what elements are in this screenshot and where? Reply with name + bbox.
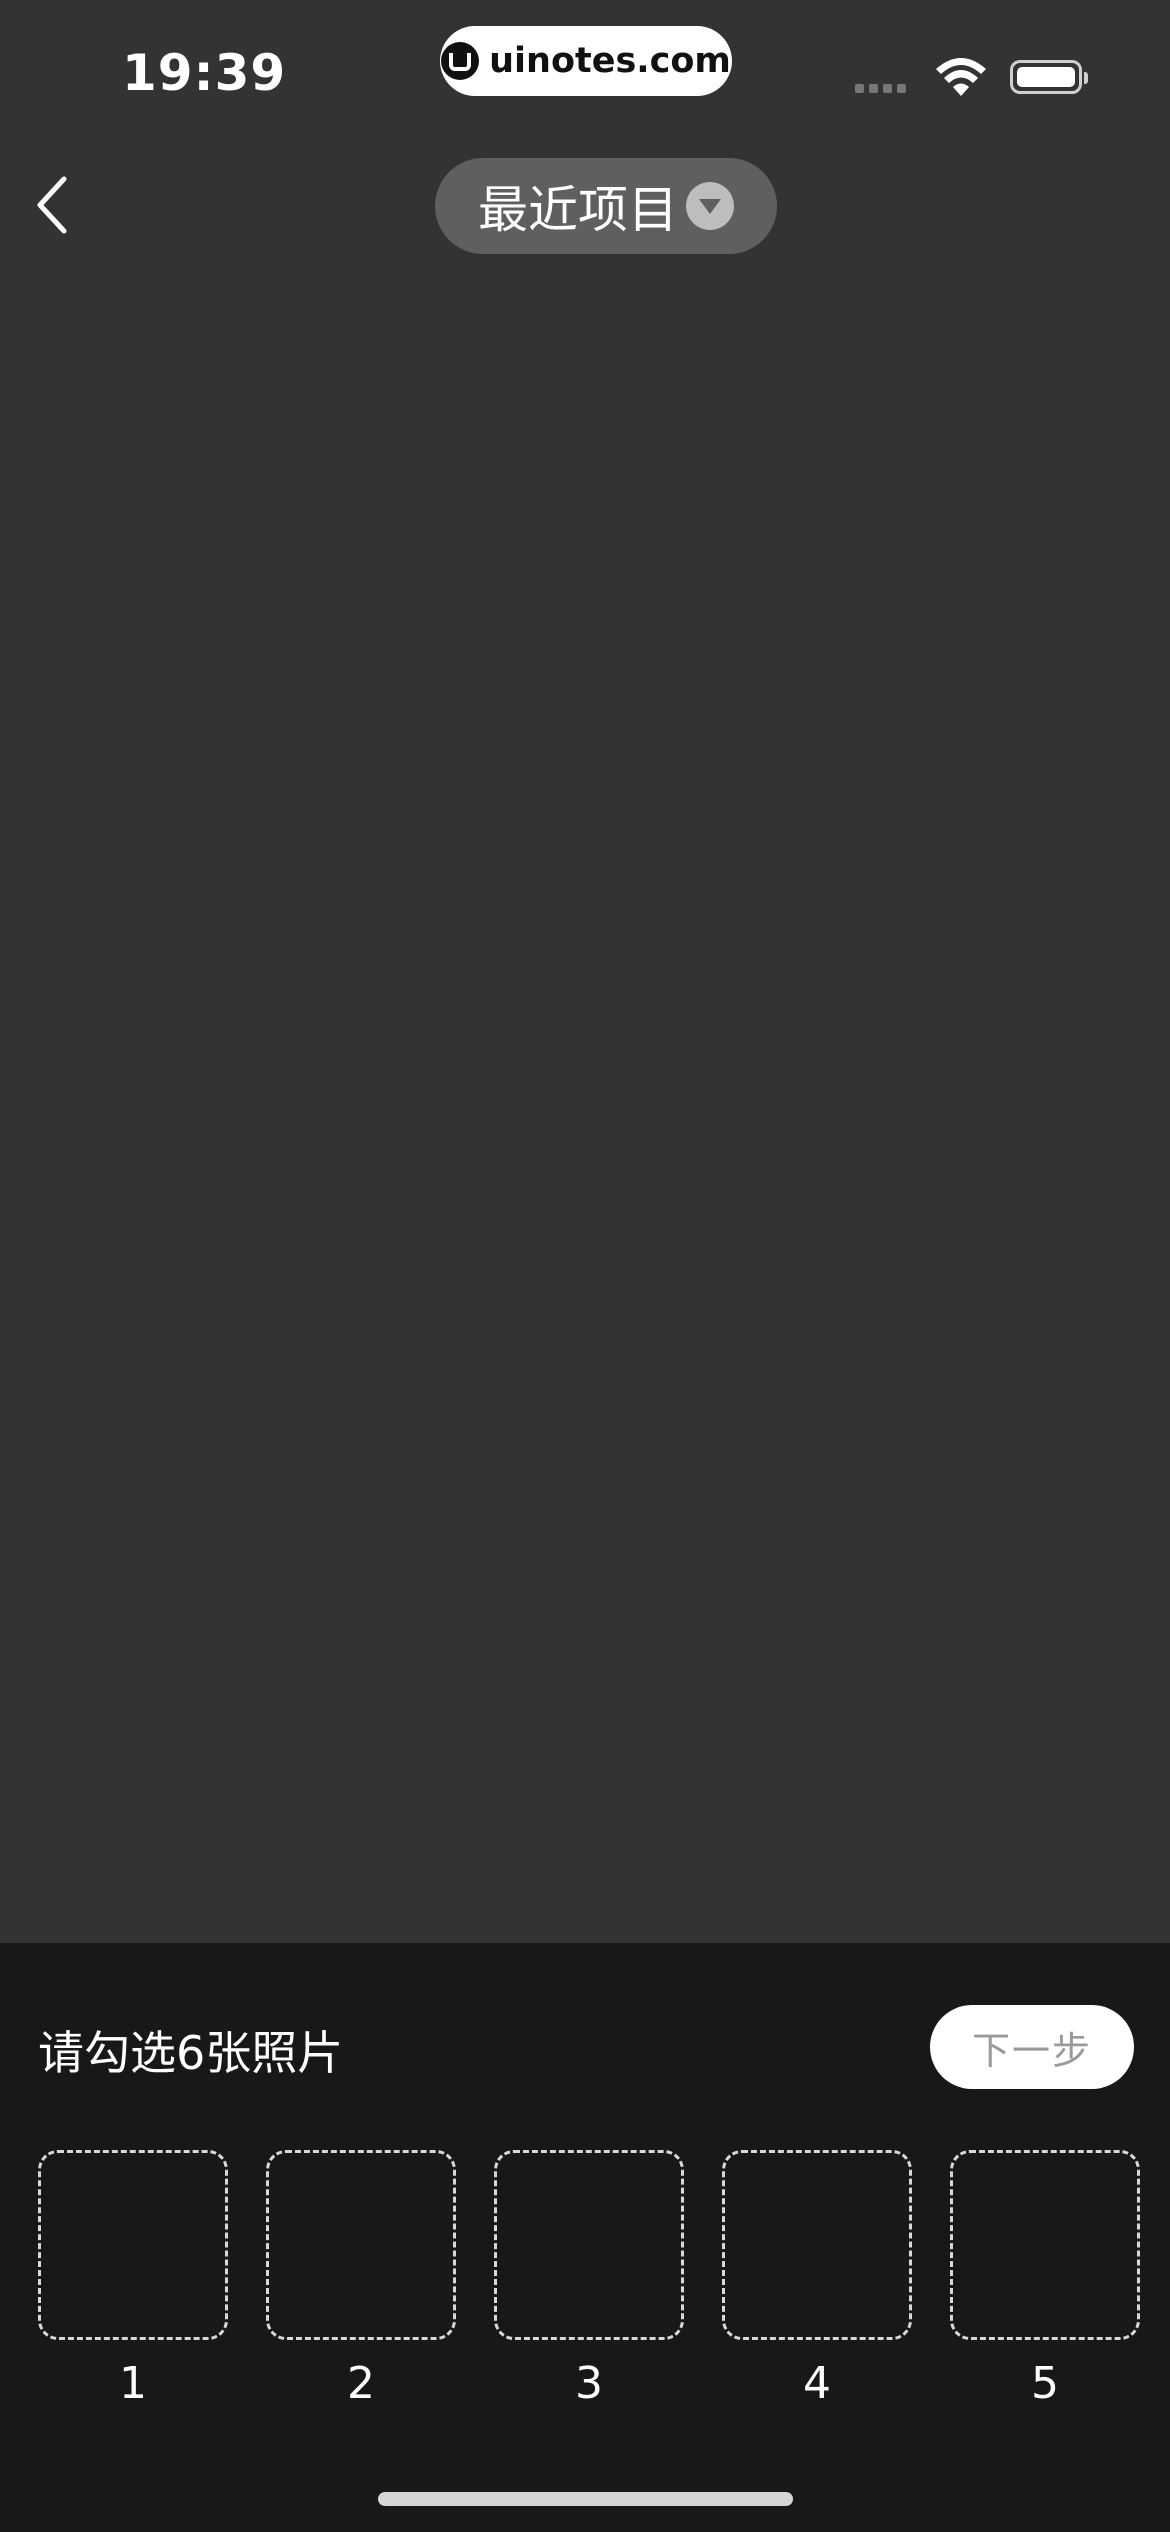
cellular-signal-icon — [855, 84, 906, 93]
chevron-left-icon — [37, 176, 67, 234]
photo-slot-number: 1 — [119, 2358, 147, 2409]
selection-prompt: 请勾选6张照片 — [38, 2026, 344, 2080]
triangle-down-icon — [686, 182, 734, 230]
photo-slot-2[interactable] — [266, 2150, 456, 2340]
photo-slot-number: 4 — [803, 2358, 831, 2409]
next-step-button[interactable]: 下一步 — [930, 2005, 1134, 2089]
photo-slot-number: 5 — [1031, 2358, 1059, 2409]
photo-slot-3[interactable] — [494, 2150, 684, 2340]
status-time: 19:39 — [122, 44, 287, 102]
url-text: uinotes.com — [489, 41, 731, 81]
photo-slot-1[interactable] — [38, 2150, 228, 2340]
back-button[interactable] — [22, 170, 82, 240]
album-selector-label: 最近项目 — [478, 181, 678, 239]
photo-slot-4[interactable] — [722, 2150, 912, 2340]
uinotes-logo-icon — [441, 42, 480, 80]
url-badge: uinotes.com — [440, 26, 732, 96]
photo-slot-number: 2 — [347, 2358, 375, 2409]
album-selector[interactable]: 最近项目 — [435, 158, 777, 254]
photo-slot-5[interactable] — [950, 2150, 1140, 2340]
home-indicator[interactable] — [378, 2492, 793, 2506]
status-bar: 19:39 uinotes.com — [0, 0, 1170, 150]
photo-slot-number: 3 — [575, 2358, 603, 2409]
wifi-icon — [936, 58, 986, 96]
battery-icon — [1010, 60, 1088, 94]
selection-panel: 请勾选6张照片 下一步 1 2 3 4 5 — [0, 1943, 1170, 2532]
